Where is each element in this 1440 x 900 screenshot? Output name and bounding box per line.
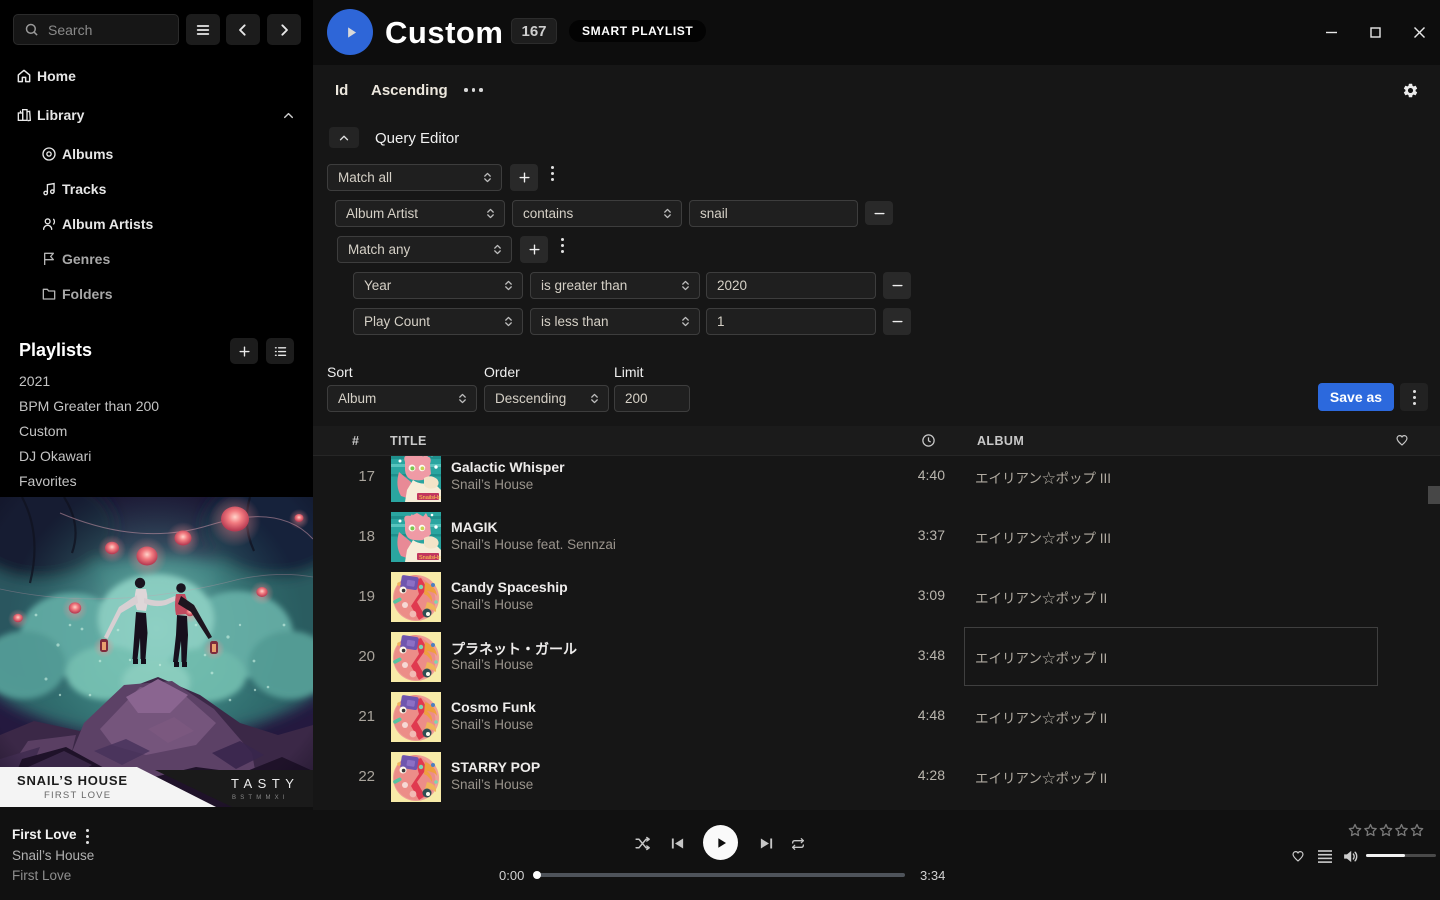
svg-text:SNAIL’S HOUSE: SNAIL’S HOUSE (17, 773, 128, 788)
svg-text:FIRST LOVE: FIRST LOVE (44, 790, 111, 801)
svg-text:BSTMMXI: BSTMMXI (232, 795, 289, 801)
svg-text:TASTY: TASTY (231, 776, 299, 791)
